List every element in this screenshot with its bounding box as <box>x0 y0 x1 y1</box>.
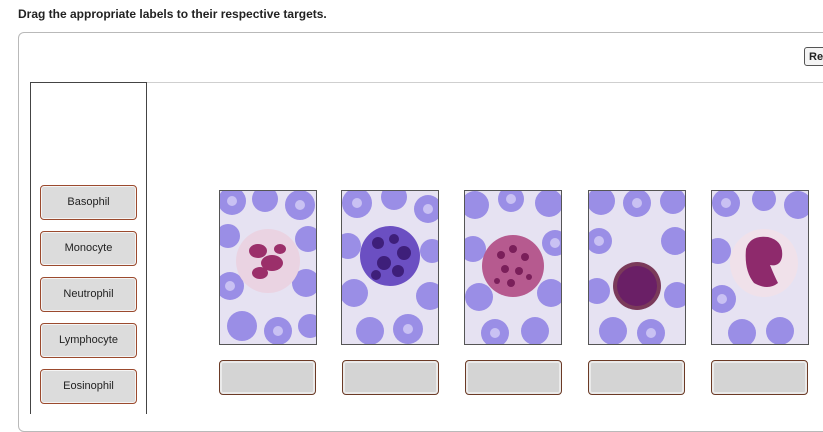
blood-smear-image-1 <box>219 190 317 345</box>
label-lymphocyte[interactable]: Lymphocyte <box>40 323 137 358</box>
drop-target-4[interactable] <box>588 360 685 395</box>
divider <box>30 82 823 83</box>
label-eosinophil[interactable]: Eosinophil <box>40 369 137 404</box>
drop-target-5[interactable] <box>711 360 808 395</box>
blood-smear-image-4 <box>588 190 686 345</box>
blood-smear-image-3 <box>464 190 562 345</box>
reset-button[interactable]: Re <box>804 47 823 66</box>
blood-smear-image-2 <box>341 190 439 345</box>
drop-target-2[interactable] <box>342 360 439 395</box>
instructions-text: Drag the appropriate labels to their res… <box>18 7 327 21</box>
drop-target-3[interactable] <box>465 360 562 395</box>
label-basophil[interactable]: Basophil <box>40 185 137 220</box>
drop-target-1[interactable] <box>219 360 316 395</box>
label-neutrophil[interactable]: Neutrophil <box>40 277 137 312</box>
blood-smear-image-5 <box>711 190 809 345</box>
label-monocyte[interactable]: Monocyte <box>40 231 137 266</box>
